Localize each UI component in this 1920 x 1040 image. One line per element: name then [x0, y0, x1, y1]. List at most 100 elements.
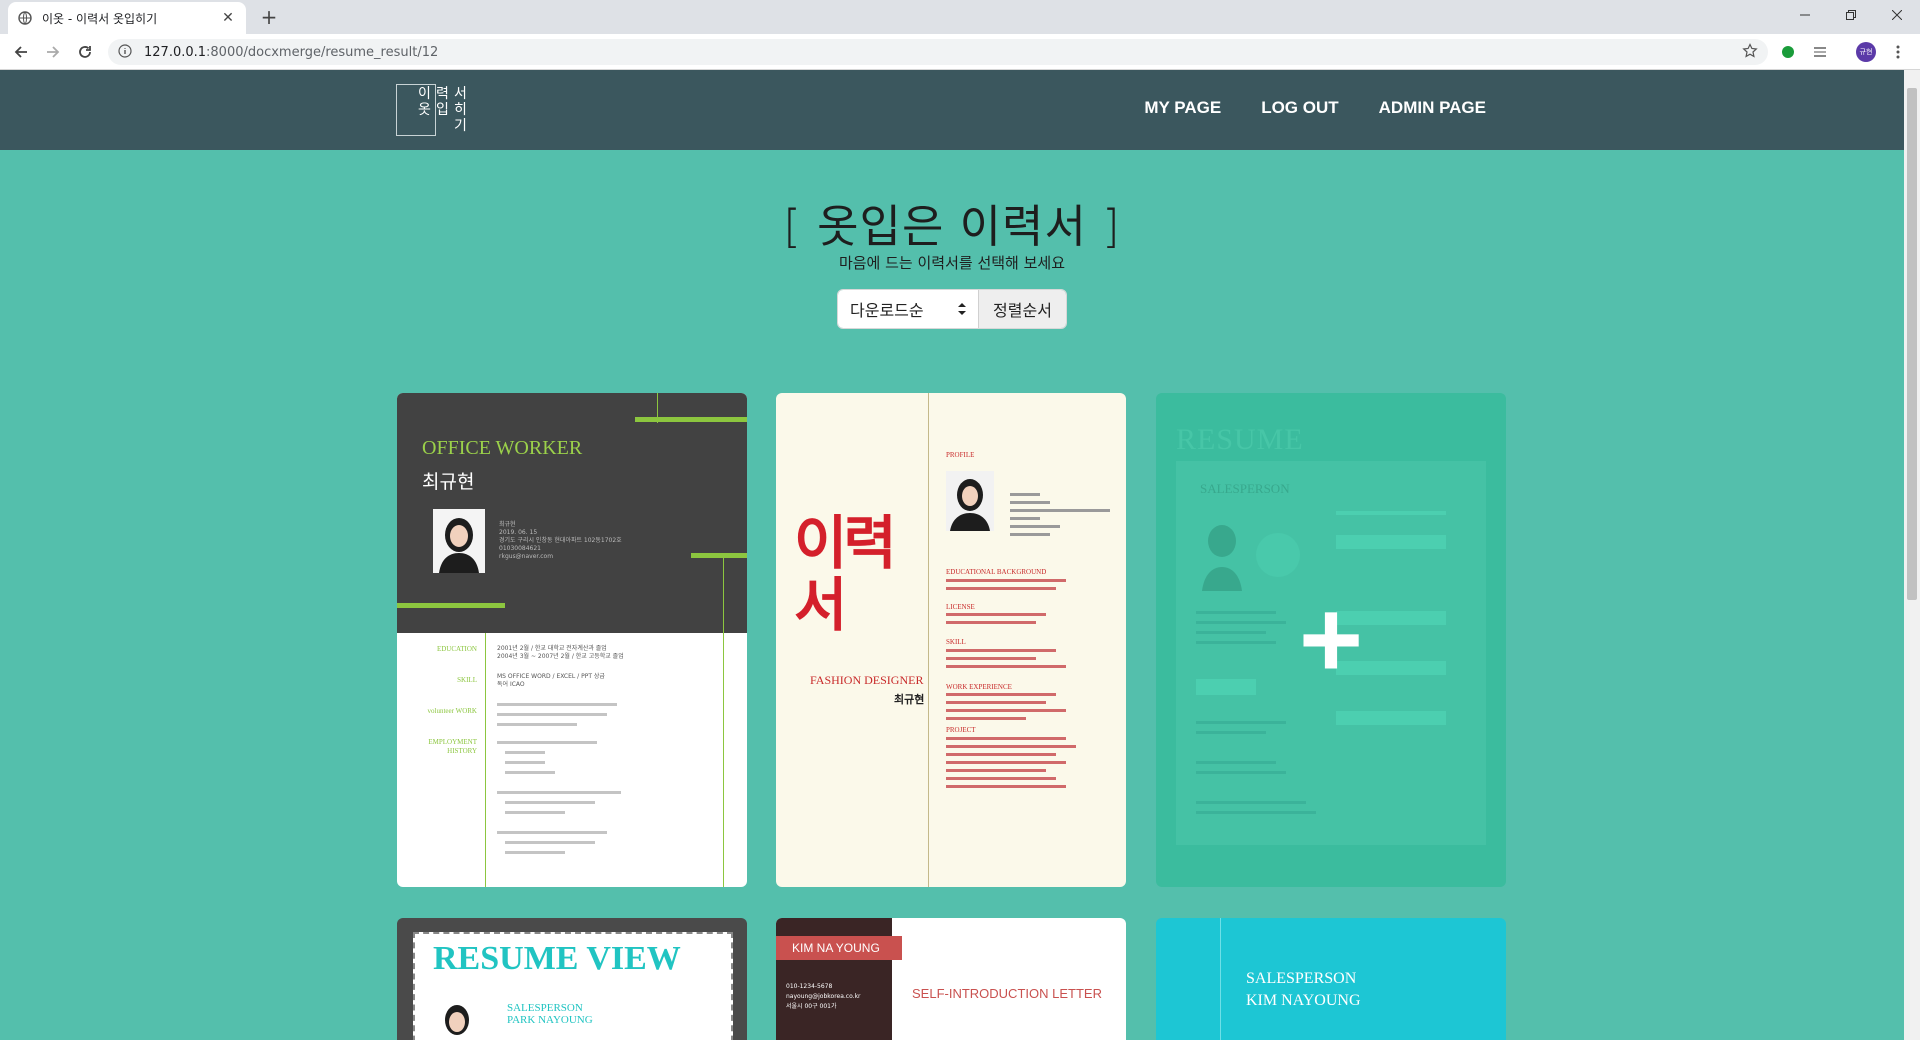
info-line: 경기도 구리시 인창동 현대아파트 102동1702호: [499, 537, 622, 544]
contact-info: 010-1234-5678 nayoung@jobkorea.co.kr 서울시…: [786, 982, 861, 1012]
card-title: RESUME VIEW: [433, 940, 681, 977]
card-role: SALESPERSON KIM NAYOUNG: [1246, 968, 1361, 1012]
card-name: 최규현: [894, 693, 925, 706]
extension-green-icon[interactable]: [1778, 42, 1798, 62]
profile-avatar[interactable]: 규현: [1856, 42, 1876, 62]
phone-line: 010-1234-5678: [786, 983, 833, 990]
scrollbar-thumb[interactable]: [1907, 88, 1917, 600]
section-label: volunteer WORK: [427, 707, 477, 715]
card-role-heading: OFFICE WORKER: [422, 437, 583, 459]
section-divider: [485, 633, 486, 887]
logo-char: 서: [454, 86, 467, 102]
card-role: SALESPERSON PARK NAYOUNG: [507, 1002, 593, 1026]
tab-title: 이옷 - 이력서 옷입히기: [42, 11, 158, 26]
reload-icon[interactable]: [74, 41, 96, 63]
sort-controls: 다운로드순 정렬순서: [837, 289, 1067, 329]
logo-char: 력: [436, 86, 449, 102]
divider-line: [1220, 918, 1221, 1040]
browser-toolbar: 127.0.0.1:8000/docxmerge/resume_result/1…: [0, 34, 1920, 70]
name-line: PARK NAYOUNG: [507, 1014, 593, 1026]
section-education: EDUCATIONAL BACKGROUND: [946, 568, 1047, 576]
sort-select[interactable]: 다운로드순: [838, 290, 978, 328]
mail-line: nayoung@jobkorea.co.kr: [786, 993, 861, 1000]
skill-line: 독어 ICAO: [497, 681, 525, 688]
main-nav: MY PAGE LOG OUT ADMIN PAGE: [1144, 98, 1486, 118]
logo-char: 히: [454, 102, 467, 118]
card-role-heading: FASHION DESIGNER: [810, 673, 924, 687]
address-bar[interactable]: 127.0.0.1:8000/docxmerge/resume_result/1…: [108, 39, 1768, 65]
logo-char: 옷: [418, 102, 431, 118]
accent-line: [723, 553, 724, 887]
browser-tab[interactable]: 이옷 - 이력서 옷입히기 ✕: [8, 2, 246, 34]
logo-char: 이: [418, 86, 431, 102]
site-logo[interactable]: 이 옷 력 입 서 히 기: [396, 84, 476, 136]
tab-close-icon[interactable]: ✕: [220, 10, 236, 26]
edu-line: 2004년 3월 ~ 2007년 2월 / 한교 고등학교 졸업: [497, 653, 624, 660]
name-line: KIM NAYOUNG: [1246, 992, 1361, 1009]
new-tab-button[interactable]: +: [258, 5, 280, 29]
accent-line: [657, 393, 658, 423]
name-tag: KIM NA YOUNG: [776, 936, 902, 960]
card-name: 최규현: [422, 471, 475, 493]
resume-card-resume-view[interactable]: RESUME VIEW SALESPERSON PARK NAYOUNG: [397, 918, 747, 1040]
section-profile: PROFILE: [946, 451, 975, 459]
info-line: 2019. 06. 15: [499, 529, 538, 536]
nav-my-page[interactable]: MY PAGE: [1144, 98, 1221, 118]
skill-lines: MS OFFICE WORD / EXCEL / PPT 상급 독어 ICAO: [497, 673, 605, 689]
select-arrows-icon: [958, 300, 966, 319]
section-label: SKILL: [457, 676, 477, 684]
forward-icon[interactable]: [42, 41, 64, 63]
sort-order-button[interactable]: 정렬순서: [978, 290, 1066, 328]
resume-card-office-worker[interactable]: OFFICE WORKER 최규현 최규현 2019. 06. 15 경기도 구…: [397, 393, 747, 887]
big-title-chars: 이력서: [794, 511, 897, 638]
addr-line: 서울시 00구 001가: [786, 1003, 837, 1010]
resume-card-fashion-designer[interactable]: 이력서 FASHION DESIGNER 최규현 PROFILE EDUCATI…: [776, 393, 1126, 887]
resume-card-self-introduction[interactable]: KIM NA YOUNG SELF-INTRODUCTION LETTER 01…: [776, 918, 1126, 1040]
page-scrollbar[interactable]: [1904, 70, 1920, 1040]
page-subtitle: 마음에 드는 이력서를 선택해 보세요: [838, 254, 1066, 272]
accent-bar: [691, 553, 747, 558]
window-close-icon[interactable]: [1874, 0, 1920, 30]
resume-card-salesperson[interactable]: SALESPERSON KIM NAYOUNG: [1156, 918, 1506, 1040]
logo-char: 입: [436, 102, 449, 118]
globe-icon: [18, 11, 32, 25]
profile-photo: [437, 1000, 477, 1040]
url-text: 127.0.0.1:8000/docxmerge/resume_result/1…: [144, 45, 438, 60]
profile-photo: [946, 471, 994, 531]
bookmark-star-icon[interactable]: [1742, 43, 1758, 63]
browser-tabbar: 이옷 - 이력서 옷입히기 ✕ +: [0, 0, 1920, 34]
nav-log-out[interactable]: LOG OUT: [1261, 98, 1338, 118]
role-line: SALESPERSON: [1246, 970, 1357, 987]
sort-selected-value: 다운로드순: [850, 301, 924, 320]
section-label: EMPLOYMENT HISTORY: [428, 738, 477, 755]
info-line: rkgus@naver.com: [499, 553, 554, 560]
spine-line: [928, 393, 929, 887]
nav-admin-page[interactable]: ADMIN PAGE: [1379, 98, 1486, 118]
url-path: :8000/docxmerge/resume_result/12: [206, 44, 439, 60]
logo-char: 기: [454, 118, 467, 134]
education-lines: 2001년 2월 / 한교 대학교 전자계산과 졸업 2004년 3월 ~ 20…: [497, 645, 624, 661]
section-labels: EDUCATION SKILL volunteer WORK EMPLOYMEN…: [417, 645, 477, 756]
contact-info: 최규현 2019. 06. 15 경기도 구리시 인창동 현대아파트 102동1…: [499, 521, 622, 561]
site-header: 이 옷 력 입 서 히 기 MY PAGE LOG OUT ADMIN PAGE: [0, 70, 1904, 150]
profile-photo: [433, 509, 485, 573]
info-line: 최규현: [499, 521, 516, 528]
menu-dots-icon[interactable]: [1888, 42, 1908, 62]
minimize-icon[interactable]: [1782, 0, 1828, 30]
extension-grid-icon[interactable]: [1810, 42, 1830, 62]
text-placeholder-lines: [497, 703, 621, 854]
add-resume-card[interactable]: RESUME SALESPERSON +: [1156, 393, 1506, 887]
back-icon[interactable]: [10, 41, 32, 63]
edu-line: 2001년 2월 / 한교 대학교 전자계산과 졸업: [497, 645, 607, 652]
card-heading: SELF-INTRODUCTION LETTER: [912, 986, 1102, 1001]
url-host: 127.0.0.1: [144, 44, 207, 60]
accent-bar: [635, 417, 747, 422]
page-title: [ 옷입은 이력서 ]: [783, 200, 1121, 253]
text-placeholder-lines: [946, 579, 1076, 788]
section-label: EDUCATION: [436, 645, 477, 653]
restore-icon[interactable]: [1828, 0, 1874, 30]
role-line: SALESPERSON: [507, 1002, 583, 1014]
info-line: 01030084621: [499, 545, 541, 552]
plus-icon[interactable]: +: [1156, 393, 1506, 887]
info-icon[interactable]: [118, 44, 134, 60]
